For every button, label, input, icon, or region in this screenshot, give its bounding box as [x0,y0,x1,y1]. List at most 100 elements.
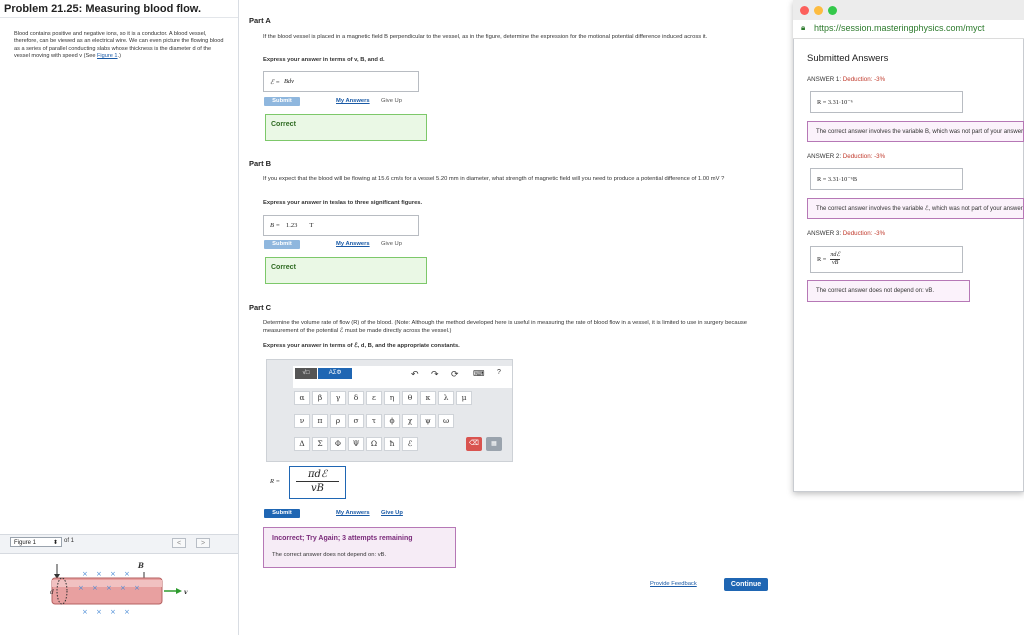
continue-button[interactable]: Continue [724,578,768,591]
answer-label: ANSWER 1: [807,76,842,83]
help-icon[interactable]: ? [497,369,501,376]
part-c-my-answers-link[interactable]: My Answers [336,510,370,516]
description-end: .) [117,52,121,59]
symbol-button[interactable]: ψ [420,414,436,428]
symbol-button[interactable]: Ψ [348,437,364,451]
figure-select-value: Figure 1 [14,540,37,546]
symbol-button[interactable]: ℰ [402,437,418,451]
part-b-give-up-link[interactable]: Give Up [381,241,402,247]
maximize-window-icon[interactable] [828,6,837,15]
redo-icon[interactable]: ↷ [431,369,439,380]
reset-icon[interactable]: ⟳ [451,369,459,380]
x-mark: × [110,608,116,616]
symbol-button[interactable]: χ [402,414,418,428]
part-c-answer-label: R = [270,478,280,485]
symbol-button[interactable]: Φ [330,437,346,451]
part-a-give-up-link[interactable]: Give Up [381,98,402,104]
x-mark: × [124,570,130,578]
part-b-question: If you expect that the blood will be flo… [263,176,725,182]
part-c-question: Determine the volume rate of flow (R) of… [263,320,747,334]
x-mark: × [78,584,84,592]
provide-feedback-link[interactable]: Provide Feedback [650,581,697,587]
symbol-button[interactable]: μ [456,391,472,405]
figure-count: of 1 [64,538,75,544]
symbol-button[interactable]: λ [438,391,454,405]
answer-value: 1.23 [285,222,298,229]
value-fraction: πdℰ vB [830,252,840,267]
symbol-button[interactable]: η [384,391,400,405]
greek-row-2: νπρστϕχψω [294,414,454,428]
x-mark: × [96,608,102,616]
submitted-answers-title: Submitted Answers [807,53,889,64]
answer-value: Bdv [283,78,295,85]
answer-3-header: ANSWER 3: Deduction: -3% [807,230,885,237]
result-title: Incorrect; Try Again; 3 attempts remaini… [272,535,413,542]
part-b-submit-button[interactable]: Submit [264,240,300,249]
symbol-button[interactable]: σ [348,414,364,428]
symbol-button[interactable]: ħ [384,437,400,451]
x-mark: × [134,584,140,592]
symbol-button[interactable]: α [294,391,310,405]
symbol-button[interactable]: ϕ [384,414,400,428]
figure-link[interactable]: Figure 1 [97,53,118,59]
value-numerator: πdℰ [830,252,840,260]
greek-row-1: αβγδεηθκλμ [294,391,472,405]
part-a-my-answers-link[interactable]: My Answers [336,98,370,104]
keypad-icon[interactable]: ▦ [486,437,502,451]
answer-unit: T [309,222,314,229]
answer-2-header: ANSWER 2: Deduction: -3% [807,153,885,160]
undo-icon[interactable]: ↶ [411,369,419,380]
result-message: The correct answer does not depend on: v… [272,552,387,558]
symbol-button[interactable]: κ [420,391,436,405]
symbol-button[interactable]: ε [366,391,382,405]
part-a-answer-field[interactable]: ℰ = Bdv [263,71,419,92]
part-b-instructions: Express your answer in teslas to three s… [263,200,423,206]
part-c-give-up-link[interactable]: Give Up [381,510,403,516]
part-c-result: Incorrect; Try Again; 3 attempts remaini… [263,527,456,568]
url-text: https://session.masteringphysics.com/myc… [814,23,985,33]
velocity-label: v [184,589,188,596]
lock-icon: 🔒︎ [801,23,806,32]
arrowhead-right-icon [176,588,182,594]
part-a-submit-button[interactable]: Submit [264,97,300,106]
chevron-down-icon: ⬍ [52,540,58,546]
symbol-button[interactable]: γ [330,391,346,405]
x-mark: × [96,570,102,578]
part-c-instructions: Express your answer in terms of ℰ, d, B,… [263,343,460,349]
answer-1-value: R = 3.31·10⁻⁶ [810,91,963,113]
symbol-button[interactable]: Δ [294,437,310,451]
field-label-B: B [137,561,144,570]
part-a-title: Part A [249,16,271,25]
next-figure-button[interactable]: > [196,538,210,548]
problem-title: Problem 21.25: Measuring blood flow. [4,3,202,15]
delete-icon[interactable]: ⌫ [466,437,482,451]
x-mark: × [110,570,116,578]
part-b-my-answers-link[interactable]: My Answers [336,241,370,247]
value-label: R = [817,256,827,263]
part-c-submit-button[interactable]: Submit [264,509,300,518]
figure-select[interactable]: Figure 1 ⬍ [10,537,62,547]
symbol-button[interactable]: β [312,391,328,405]
x-mark: × [106,584,112,592]
close-window-icon[interactable] [800,6,809,15]
symbol-button[interactable]: θ [402,391,418,405]
symbol-button[interactable]: Σ [312,437,328,451]
greek-tab[interactable]: ΑΣΦ [318,368,352,379]
answer-1-feedback: The correct answer involves the variable… [807,121,1024,142]
answer-label: ANSWER 3: [807,230,842,237]
part-c-answer-field[interactable]: πdℰ vB [289,466,346,499]
templates-tab[interactable]: √□ [295,368,317,379]
symbol-button[interactable]: τ [366,414,382,428]
keyboard-icon[interactable]: ⌨ [473,369,485,378]
symbol-button[interactable]: ω [438,414,454,428]
prev-figure-button[interactable]: < [172,538,186,548]
symbol-button[interactable]: Ω [366,437,382,451]
deduction: Deduction: -3% [842,230,886,237]
part-b-answer-field[interactable]: B = 1.23 T [263,215,419,236]
symbol-button[interactable]: ρ [330,414,346,428]
symbol-button[interactable]: δ [348,391,364,405]
diameter-label: d [50,589,54,596]
symbol-button[interactable]: π [312,414,328,428]
symbol-button[interactable]: ν [294,414,310,428]
minimize-window-icon[interactable] [814,6,823,15]
